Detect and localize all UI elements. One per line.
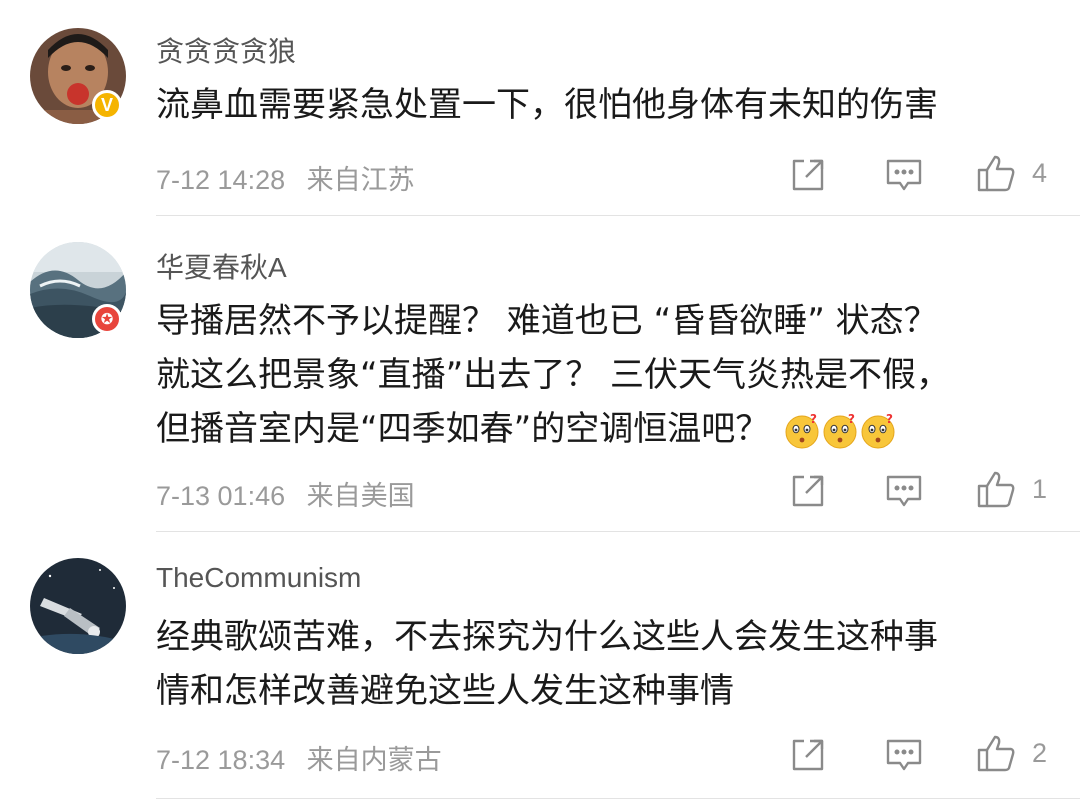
comment-text: 流鼻血需要紧急处置一下，很怕他身体有未知的伤害 [156,78,1056,132]
comment-item: ✪ 华夏春秋A 导播居然不予以提醒？ 难道也已 “昏昏欲睡” 状态？ 就这么把景… [0,216,1080,532]
comment-line: 但播音室内是“四季如春”的空调恒温吧？ ? ? ? [156,402,1056,456]
timestamp: 7-12 18:34 [156,745,286,775]
comment-icon[interactable] [884,471,924,511]
avatar[interactable] [30,558,126,654]
thumbs-up-icon[interactable] [976,153,1016,193]
comment-text: 经典歌颂苦难，不去探究为什么这些人会发生这种事 情和怎样改善避免这些人发生这种事… [156,610,1056,718]
comment-meta: 7-13 01:46 来自美国 [156,474,415,513]
comment-item: TheCommunism 经典歌颂苦难，不去探究为什么这些人会发生这种事 情和怎… [0,532,1080,806]
confused-face-emoji-icon: ? [823,412,857,448]
location: 来自江苏 [306,165,415,195]
comment-feed: V 贪贪贪贪狼 流鼻血需要紧急处置一下，很怕他身体有未知的伤害 7-12 14:… [0,0,1080,806]
comment-line: 情和怎样改善避免这些人发生这种事情 [156,671,734,711]
comment-line: 流鼻血需要紧急处置一下，很怕他身体有未知的伤害 [156,85,938,125]
confused-face-emoji-icon: ? [785,412,819,448]
share-icon[interactable] [788,735,828,775]
verified-badge-icon: V [92,90,122,120]
location: 来自内蒙古 [306,745,442,775]
timestamp: 7-12 14:28 [156,165,286,195]
like-count: 4 [1032,158,1048,188]
comment-line: 经典歌颂苦难，不去探究为什么这些人会发生这种事 [156,617,938,657]
comment-text: 导播居然不予以提醒？ 难道也已 “昏昏欲睡” 状态？ 就这么把景象“直播”出去了… [156,294,1056,456]
comment-meta: 7-12 14:28 来自江苏 [156,158,415,197]
comment-item: V 贪贪贪贪狼 流鼻血需要紧急处置一下，很怕他身体有未知的伤害 7-12 14:… [0,0,1080,216]
member-badge-icon: ✪ [92,304,122,334]
emoji-group: ? ? ? [783,412,897,450]
like-count: 1 [1032,474,1048,504]
like-count: 2 [1032,738,1048,768]
comment-icon[interactable] [884,735,924,775]
thumbs-up-icon[interactable] [976,469,1016,509]
comment-meta: 7-12 18:34 来自内蒙古 [156,738,442,777]
comment-line-text: 但播音室内是“四季如春”的空调恒温吧？ [156,409,770,449]
svg-text:?: ? [848,412,855,426]
location: 来自美国 [306,481,415,511]
username[interactable]: 贪贪贪贪狼 [156,30,296,70]
thumbs-up-icon[interactable] [976,733,1016,773]
comment-line: 就这么把景象“直播”出去了？ 三伏天气炎热是不假， [156,355,951,395]
confused-face-emoji-icon: ? [861,412,895,448]
comment-icon[interactable] [884,155,924,195]
svg-text:?: ? [886,412,893,426]
share-icon[interactable] [788,471,828,511]
share-icon[interactable] [788,155,828,195]
divider [156,798,1080,799]
comment-line: 导播居然不予以提醒？ 难道也已 “昏昏欲睡” 状态？ [156,301,938,341]
svg-text:?: ? [810,412,817,426]
timestamp: 7-13 01:46 [156,481,286,511]
username[interactable]: 华夏春秋A [156,246,287,286]
username[interactable]: TheCommunism [156,562,361,594]
